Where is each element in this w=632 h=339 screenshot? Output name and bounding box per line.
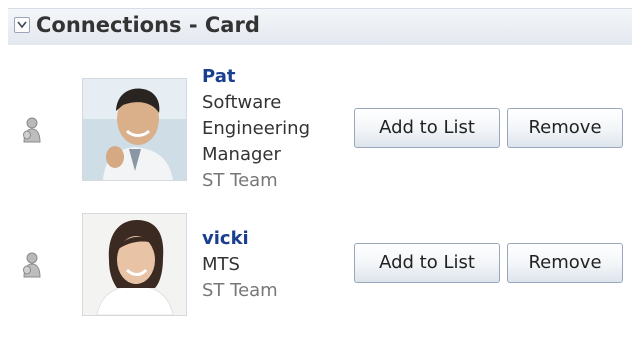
job-title-line: Software <box>202 92 282 113</box>
panel-title: Connections - Card <box>36 13 260 37</box>
job-title-line: Manager <box>202 144 281 165</box>
remove-button[interactable]: Remove <box>507 243 623 283</box>
connections-card-panel: Connections - Card Pat Software Engineer… <box>0 0 632 339</box>
connection-info: vicki MTS ST Team <box>202 226 278 304</box>
job-title-line: Engineering <box>202 118 310 139</box>
avatar <box>82 78 187 181</box>
connection-name-link[interactable]: vicki <box>202 226 278 252</box>
add-to-list-button[interactable]: Add to List <box>354 108 500 148</box>
team-label: ST Team <box>202 280 278 301</box>
presence-offline-icon <box>20 251 44 283</box>
add-to-list-button[interactable]: Add to List <box>354 243 500 283</box>
connection-card-pat: Pat Software Engineering Manager ST Team… <box>20 66 623 198</box>
avatar <box>82 213 187 316</box>
remove-button[interactable]: Remove <box>507 108 623 148</box>
connection-card-vicki: vicki MTS ST Team Add to List Remove <box>20 213 623 318</box>
chevron-down-icon[interactable] <box>14 17 30 33</box>
job-title-line: MTS <box>202 254 240 275</box>
connection-info: Pat Software Engineering Manager ST Team <box>202 64 310 194</box>
presence-offline-icon <box>20 116 44 148</box>
connection-name-link[interactable]: Pat <box>202 64 310 90</box>
team-label: ST Team <box>202 170 278 191</box>
